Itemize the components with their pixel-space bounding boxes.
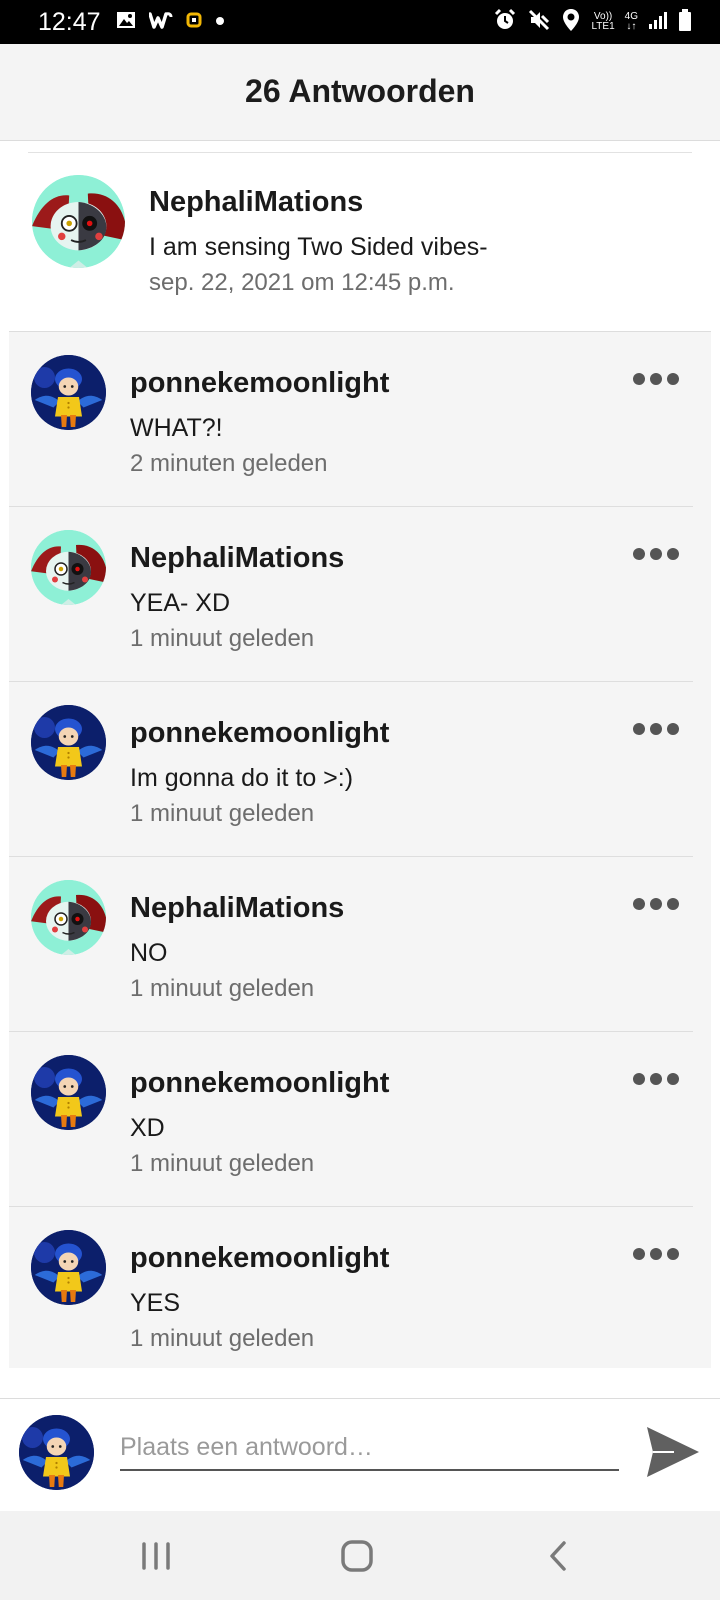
reply-timestamp: 1 minuut geleden [130, 1150, 315, 1177]
divider [28, 152, 692, 153]
reply-username[interactable]: NephaliMations [130, 542, 344, 575]
reply-username[interactable]: ponnekemoonlight [130, 1242, 389, 1275]
reply-text: Im gonna do it to >:) [130, 764, 354, 792]
reply-username[interactable]: ponnekemoonlight [130, 717, 389, 750]
reply-text: YES [130, 1289, 181, 1317]
reply-composer [0, 1398, 720, 1511]
comments-thread[interactable]: NephaliMations I am sensing Two Sided vi… [0, 141, 720, 1400]
comment-text: I am sensing Two Sided vibes- [149, 233, 488, 261]
avatar[interactable] [31, 355, 106, 430]
reply-text: WHAT?! [130, 414, 223, 442]
reply-username[interactable]: ponnekemoonlight [130, 367, 389, 400]
avatar[interactable] [31, 705, 106, 780]
reply-item: NephaliMations NO 1 minuut geleden [9, 857, 711, 1032]
reply-username[interactable]: NephaliMations [130, 892, 344, 925]
avatar[interactable] [31, 1055, 106, 1130]
header: 26 Antwoorden [0, 44, 720, 141]
replies-list: ponnekemoonlight WHAT?! 2 minuten gelede… [9, 331, 711, 1368]
notification-icon [186, 12, 202, 33]
more-options-icon[interactable] [633, 896, 679, 912]
reply-text: NO [130, 939, 168, 967]
alarm-icon [493, 8, 517, 37]
avatar[interactable] [31, 880, 106, 955]
reply-item: ponnekemoonlight YES 1 minuut geleden [9, 1207, 711, 1369]
more-options-icon[interactable] [633, 371, 679, 387]
mute-icon [527, 8, 551, 37]
reply-item: NephaliMations YEA- XD 1 minuut geleden [9, 507, 711, 682]
location-icon [561, 8, 581, 37]
status-bar: 12:47 Vo)) LTE1 4G ↓↑ [0, 0, 720, 44]
reply-timestamp: 1 minuut geleden [130, 625, 315, 652]
send-button[interactable] [644, 1423, 702, 1481]
comment-timestamp: sep. 22, 2021 om 12:45 p.m. [149, 269, 455, 296]
wattpad-icon [148, 11, 173, 34]
recent-apps-icon [142, 1542, 170, 1570]
battery-icon [678, 8, 692, 37]
reply-timestamp: 1 minuut geleden [130, 800, 315, 827]
send-icon [647, 1427, 699, 1477]
reply-timestamp: 1 minuut geleden [130, 975, 315, 1002]
reply-input[interactable] [120, 1425, 619, 1471]
more-options-icon[interactable] [633, 721, 679, 737]
image-icon [116, 11, 136, 34]
reply-item: ponnekemoonlight Im gonna do it to >:) 1… [9, 682, 711, 857]
avatar[interactable] [31, 1230, 106, 1305]
recent-apps-button[interactable] [133, 1533, 179, 1579]
original-comment: NephaliMations I am sensing Two Sided vi… [0, 141, 720, 331]
signal-icon [648, 10, 668, 35]
reply-text: YEA- XD [130, 589, 231, 617]
more-options-icon[interactable] [633, 546, 679, 562]
home-button[interactable] [334, 1533, 380, 1579]
reply-timestamp: 2 minuten geleden [130, 450, 328, 477]
more-options-icon[interactable] [633, 1071, 679, 1087]
system-nav-bar [0, 1511, 720, 1600]
volte-icon: Vo)) LTE1 [591, 12, 614, 32]
reply-username[interactable]: ponnekemoonlight [130, 1067, 389, 1100]
home-icon [341, 1540, 373, 1572]
reply-text: XD [130, 1114, 165, 1142]
more-options-icon[interactable] [633, 1246, 679, 1262]
back-icon [550, 1541, 566, 1571]
reply-item: ponnekemoonlight XD 1 minuut geleden [9, 1032, 711, 1207]
status-time: 12:47 [38, 8, 101, 36]
avatar[interactable] [31, 530, 106, 605]
lte-label: LTE1 [591, 21, 615, 32]
avatar [19, 1415, 94, 1490]
reply-timestamp: 1 minuut geleden [130, 1325, 315, 1352]
4g-icon: 4G ↓↑ [624, 11, 638, 32]
comment-username[interactable]: NephaliMations [149, 186, 363, 219]
back-button[interactable] [535, 1533, 581, 1579]
page-title: 26 Antwoorden [245, 73, 475, 109]
avatar[interactable] [32, 175, 125, 268]
dot-icon [215, 13, 225, 31]
reply-item: ponnekemoonlight WHAT?! 2 minuten gelede… [9, 332, 711, 507]
